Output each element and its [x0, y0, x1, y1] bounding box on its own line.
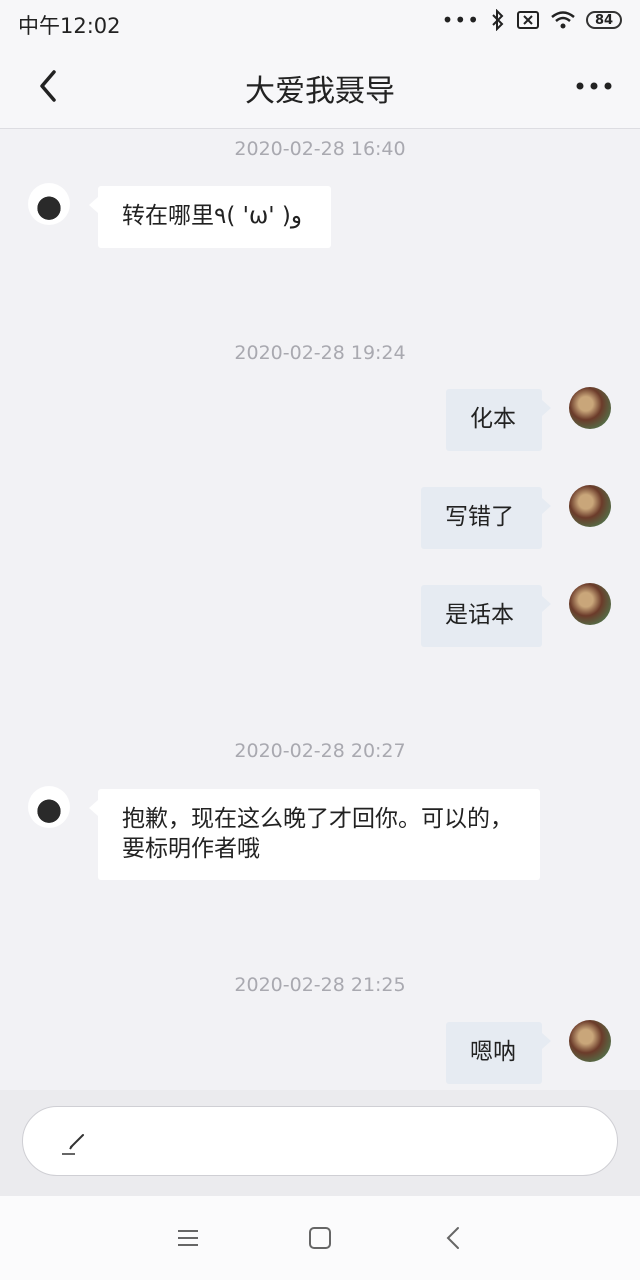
my-avatar[interactable] — [569, 1020, 611, 1062]
more-options-button[interactable] — [574, 76, 614, 96]
bubble-tail — [542, 596, 551, 612]
nav-back-button[interactable] — [438, 1222, 470, 1254]
bluetooth-icon — [490, 9, 506, 31]
bubble-tail — [542, 498, 551, 514]
chat-header: 大爱我聂导 — [0, 44, 640, 129]
contact-avatar[interactable] — [28, 183, 70, 225]
bubble-tail — [89, 800, 98, 816]
message-bubble-sent[interactable]: 是话本 — [421, 585, 542, 647]
status-time: 中午12:02 — [18, 14, 121, 38]
home-icon — [309, 1227, 331, 1249]
message-bubble-received[interactable]: 抱歉，现在这么晚了才回你。可以的，要标明作者哦 — [98, 789, 540, 880]
message-bubble-sent[interactable]: 化本 — [446, 389, 542, 451]
message-timestamp: 2020-02-28 19:24 — [234, 342, 406, 364]
wifi-icon — [550, 10, 576, 30]
message-timestamp: 2020-02-28 21:25 — [234, 974, 406, 996]
message-timestamp: 2020-02-28 20:27 — [234, 740, 406, 762]
home-button[interactable] — [304, 1222, 336, 1254]
nav-back-icon — [446, 1227, 459, 1249]
no-sim-icon — [516, 10, 540, 30]
message-bubble-sent[interactable]: 嗯呐 — [446, 1022, 542, 1084]
system-nav-bar — [0, 1196, 640, 1280]
message-input[interactable] — [22, 1106, 618, 1176]
status-icons: ••• 84 — [442, 8, 622, 32]
page-title: 大爱我聂导 — [245, 74, 395, 109]
menu-icon — [178, 1230, 198, 1246]
bubble-tail — [542, 400, 551, 416]
message-bubble-received[interactable]: 转在哪里٩( 'ω' )و — [98, 186, 331, 248]
notification-dots-icon: ••• — [441, 8, 480, 32]
message-input-area — [0, 1090, 640, 1196]
battery-indicator: 84 — [586, 11, 622, 29]
more-dots-icon — [576, 82, 612, 90]
contact-avatar[interactable] — [28, 786, 70, 828]
pen-icon — [62, 1134, 84, 1155]
my-avatar[interactable] — [569, 387, 611, 429]
status-bar: 中午12:02 ••• 84 — [0, 0, 640, 44]
my-avatar[interactable] — [569, 583, 611, 625]
my-avatar[interactable] — [569, 485, 611, 527]
chat-message-list[interactable]: 2020-02-28 16:40 转在哪里٩( 'ω' )و 2020-02-2… — [0, 129, 640, 1089]
bubble-tail — [542, 1033, 551, 1049]
menu-button[interactable] — [172, 1222, 204, 1254]
bubble-tail — [89, 197, 98, 213]
message-bubble-sent[interactable]: 写错了 — [421, 487, 542, 549]
message-timestamp: 2020-02-28 16:40 — [234, 138, 406, 160]
